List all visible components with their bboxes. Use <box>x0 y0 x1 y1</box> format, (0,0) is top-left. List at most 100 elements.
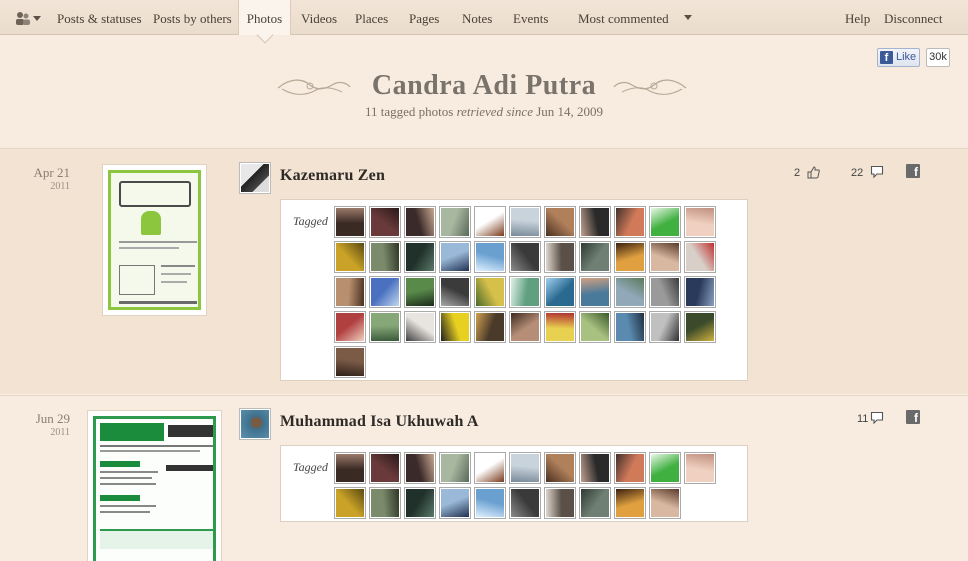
tagged-friend-photo[interactable] <box>545 277 575 307</box>
tagged-friend-photo[interactable] <box>440 242 470 272</box>
tagged-friend-photo[interactable] <box>650 453 680 483</box>
tagged-friend-photo[interactable] <box>510 453 540 483</box>
tagged-friend-photo[interactable] <box>580 453 610 483</box>
avatar[interactable] <box>240 163 270 193</box>
nav-videos[interactable]: Videos <box>301 0 337 35</box>
top-nav: Posts & statuses Posts by others Photos … <box>0 0 968 44</box>
tagged-friend-photo[interactable] <box>545 453 575 483</box>
nav-events[interactable]: Events <box>513 0 548 35</box>
tagged-friend-photo[interactable] <box>685 453 715 483</box>
tagged-friend-photo[interactable] <box>580 242 610 272</box>
tagged-friend-photo[interactable] <box>335 347 365 377</box>
tagged-friend-photo[interactable] <box>510 312 540 342</box>
tagged-friend-photo[interactable] <box>405 277 435 307</box>
tagged-friend-photo[interactable] <box>615 242 645 272</box>
tagged-friend-photo[interactable] <box>370 312 400 342</box>
tagged-friend-photo[interactable] <box>475 453 505 483</box>
tagged-friend-photo[interactable] <box>685 242 715 272</box>
nav-pages[interactable]: Pages <box>409 0 439 35</box>
tagged-friend-photo[interactable] <box>440 453 470 483</box>
tagged-friend-photo[interactable] <box>475 312 505 342</box>
tagged-friend-photo[interactable] <box>650 207 680 237</box>
nav-photos[interactable]: Photos <box>238 0 291 44</box>
nav-most-commented[interactable]: Most commented <box>578 0 696 35</box>
tagged-friend-photo[interactable] <box>335 207 365 237</box>
tagged-friend-photo[interactable] <box>580 207 610 237</box>
tagged-friend-photo[interactable] <box>405 312 435 342</box>
post-author[interactable]: Muhammad Isa Ukhuwah A <box>280 413 479 431</box>
tagged-friend-photo[interactable] <box>475 488 505 518</box>
tagged-friend-photo[interactable] <box>370 277 400 307</box>
nav-posts-statuses[interactable]: Posts & statuses <box>57 0 142 35</box>
tagged-friend-photo[interactable] <box>405 488 435 518</box>
post-author[interactable]: Kazemaru Zen <box>280 167 385 185</box>
tagged-friend-photo[interactable] <box>510 277 540 307</box>
tagged-friend-photo[interactable] <box>580 488 610 518</box>
tagged-friend-photo[interactable] <box>545 242 575 272</box>
tagged-friend-photo[interactable] <box>685 312 715 342</box>
tagged-friend-photo[interactable] <box>510 207 540 237</box>
tagged-friend-photo[interactable] <box>475 277 505 307</box>
facebook-icon[interactable]: f <box>906 164 920 179</box>
tagged-friend-photo[interactable] <box>615 207 645 237</box>
tagged-friend-photo[interactable] <box>335 453 365 483</box>
nav-disconnect[interactable]: Disconnect <box>884 0 942 35</box>
tagged-friend-photo[interactable] <box>405 207 435 237</box>
tagged-friend-photo[interactable] <box>440 312 470 342</box>
tagged-friend-photo[interactable] <box>650 488 680 518</box>
tagged-friend-photo[interactable] <box>615 312 645 342</box>
tagged-friend-photo[interactable] <box>440 277 470 307</box>
tagged-friend-photo[interactable] <box>545 207 575 237</box>
tagged-friend-photo[interactable] <box>650 242 680 272</box>
tagged-friend-photo[interactable] <box>615 488 645 518</box>
tagged-friend-photo[interactable] <box>510 242 540 272</box>
tagged-friend-photo[interactable] <box>475 207 505 237</box>
comment-count: 22 <box>851 167 864 179</box>
friends-menu[interactable] <box>12 0 44 35</box>
tagged-friend-photo[interactable] <box>650 277 680 307</box>
tagged-friend-photo[interactable] <box>650 312 680 342</box>
tagged-friend-photo[interactable] <box>370 453 400 483</box>
nav-help[interactable]: Help <box>845 0 870 35</box>
tagged-friend-photo[interactable] <box>615 277 645 307</box>
photo-thumbnail[interactable] <box>102 164 207 316</box>
divider <box>0 395 968 396</box>
tagged-friend-photo[interactable] <box>370 488 400 518</box>
nav-posts-by-others[interactable]: Posts by others <box>153 0 232 35</box>
facebook-icon: f <box>880 51 893 64</box>
tagged-friend-photo[interactable] <box>580 312 610 342</box>
comment-icon[interactable] <box>870 165 884 179</box>
like-thumb-icon[interactable] <box>807 166 820 179</box>
tagged-friend-photo[interactable] <box>545 488 575 518</box>
photo-thumbnail[interactable] <box>87 410 222 561</box>
tagged-friend-photo[interactable] <box>510 488 540 518</box>
chevron-down-icon <box>33 16 41 21</box>
tagged-friend-photo[interactable] <box>580 277 610 307</box>
tagged-friend-photo[interactable] <box>335 242 365 272</box>
nav-photos-label: Photos <box>246 11 283 26</box>
tagged-friend-photo[interactable] <box>335 277 365 307</box>
comment-icon[interactable] <box>870 411 884 425</box>
tagged-friend-photo[interactable] <box>440 207 470 237</box>
page-subtitle: 11 tagged photos retrieved since Jun 14,… <box>0 104 968 120</box>
nav-notes[interactable]: Notes <box>462 0 492 35</box>
tagged-friend-photo[interactable] <box>545 312 575 342</box>
facebook-icon[interactable]: f <box>906 410 920 425</box>
tagged-friend-photo[interactable] <box>685 207 715 237</box>
tagged-friend-photo[interactable] <box>475 242 505 272</box>
post-date: Apr 21 <box>33 165 70 180</box>
tagged-friend-photo[interactable] <box>615 453 645 483</box>
subtitle-date: Jun 14, 2009 <box>536 104 604 119</box>
tagged-friend-photo[interactable] <box>370 242 400 272</box>
tagged-friend-photo[interactable] <box>335 488 365 518</box>
tagged-friend-photo[interactable] <box>370 207 400 237</box>
tagged-friend-photo[interactable] <box>405 453 435 483</box>
tagged-friend-photo[interactable] <box>685 277 715 307</box>
like-button[interactable]: f Like <box>877 48 920 67</box>
tagged-friend-photo[interactable] <box>405 242 435 272</box>
subtitle-retrieved: retrieved since <box>456 104 533 119</box>
tagged-friend-photo[interactable] <box>335 312 365 342</box>
tagged-friend-photo[interactable] <box>440 488 470 518</box>
nav-places[interactable]: Places <box>355 0 388 35</box>
avatar[interactable] <box>240 409 270 439</box>
